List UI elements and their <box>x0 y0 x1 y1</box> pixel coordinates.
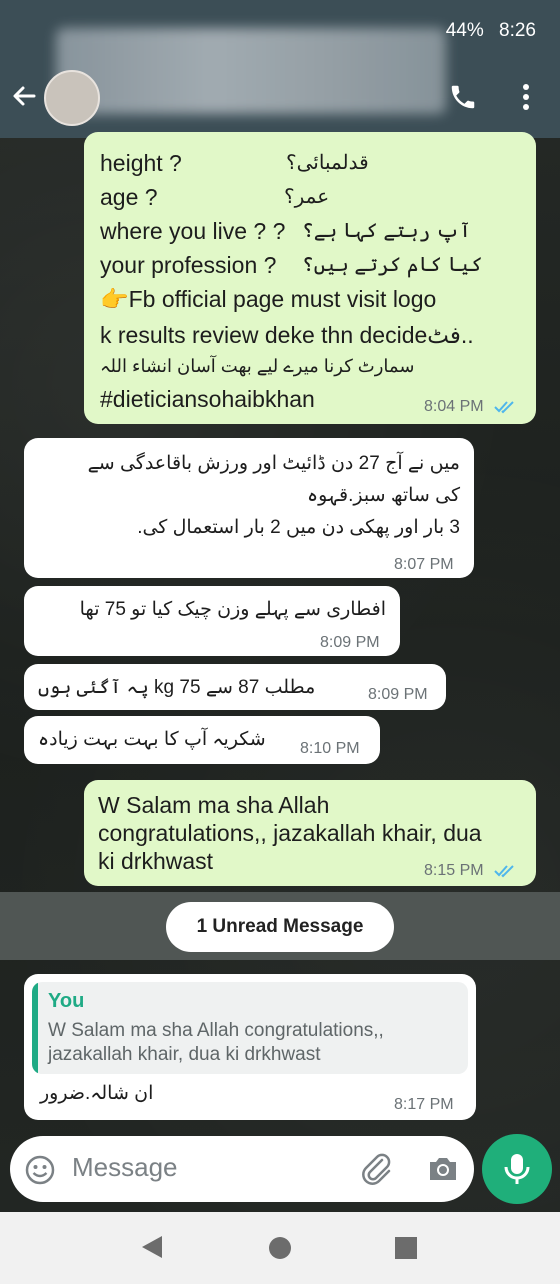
nav-back-icon[interactable] <box>140 1234 164 1260</box>
message-line: شکریہ آپ کا بہت بہت زیادہ <box>38 729 266 750</box>
message-line: کی ساتھ سبز.قہوہ <box>306 485 460 506</box>
message-time: 8:09 PM <box>320 634 380 651</box>
message-line: ki drkhwast <box>98 848 214 874</box>
message-line: سمارٹ کرنا میرے لیے بھت آسان انشاء اللہ <box>100 356 415 376</box>
message-incoming[interactable]: مطلب 87 سے 75 kg پہ آگئی ہوں 8:09 PM <box>24 664 446 710</box>
message-time: 8:17 PM <box>394 1096 454 1113</box>
contact-name-blurred[interactable] <box>56 28 446 114</box>
message-line: عمر؟ <box>284 186 330 208</box>
read-receipt-icon <box>494 865 514 878</box>
message-time: 8:15 PM <box>424 862 518 880</box>
message-time: 8:09 PM <box>368 686 428 703</box>
message-line: k results review deke thn decideفٹ.. <box>100 322 474 348</box>
message-line: کیا کام کرتے ہیں؟ <box>302 254 483 276</box>
quote-accent-bar <box>32 982 38 1074</box>
clock: 8:26 <box>499 20 536 41</box>
nav-home-icon[interactable] <box>268 1236 292 1260</box>
message-time: 8:04 PM <box>424 398 518 416</box>
message-incoming[interactable]: شکریہ آپ کا بہت بہت زیادہ 8:10 PM <box>24 716 380 764</box>
emoji-icon[interactable] <box>24 1154 56 1186</box>
message-line: your profession ? <box>100 252 277 278</box>
message-line: age ? <box>100 184 158 210</box>
message-line: 👉Fb official page must visit logo <box>100 286 437 312</box>
camera-icon[interactable] <box>426 1154 460 1184</box>
message-line: W Salam ma sha Allah <box>98 792 330 818</box>
message-line: میں نے آج 27 دن ڈائیٹ اور ورزش باقاعدگی … <box>87 453 460 474</box>
message-line: افطاری سے پہلے وزن چیک کیا تو 75 تھا <box>79 599 386 620</box>
unread-messages-label: 1 Unread Message <box>166 902 394 952</box>
read-receipt-icon <box>494 401 514 414</box>
avatar[interactable] <box>44 70 100 126</box>
more-vertical-icon[interactable] <box>516 82 536 112</box>
message-line: 3 بار اور پھکی دن میں 2 بار استعمال کی. <box>137 517 460 538</box>
message-line: height ? <box>100 150 182 176</box>
message-line: مطلب 87 سے 75 kg پہ آگئی ہوں <box>38 677 316 698</box>
message-time: 8:10 PM <box>300 740 360 757</box>
battery-percent: 44% <box>445 20 484 41</box>
message-line: آپ رہتے کہا ہے؟ <box>302 220 472 242</box>
message-line: where you live ? ? <box>100 218 286 244</box>
microphone-icon[interactable] <box>503 1152 531 1186</box>
message-placeholder: Message <box>72 1152 178 1182</box>
message-time: 8:07 PM <box>394 556 454 573</box>
quoted-message[interactable]: You W Salam ma sha Allah congratulations… <box>32 982 468 1074</box>
nav-recents-icon[interactable] <box>394 1236 418 1260</box>
message-line: #dieticiansohaibkhan <box>100 386 315 412</box>
arrow-left-icon[interactable] <box>8 80 40 112</box>
quote-author: You <box>48 990 85 1012</box>
quote-text: jazakallah khair, dua ki drkhwast <box>48 1044 321 1065</box>
phone-icon[interactable] <box>448 82 478 112</box>
message-line: ان شالہ.ضرور <box>40 1083 154 1104</box>
message-outgoing[interactable]: height ? قدلمبائی؟ age ? عمر؟ where you … <box>84 132 536 424</box>
message-line: congratulations,, jazakallah khair, dua <box>98 820 482 846</box>
paperclip-icon[interactable] <box>360 1150 392 1186</box>
status-bar: 44% 8:26 <box>446 20 536 42</box>
message-line: قدلمبائی؟ <box>286 152 369 174</box>
quote-text: W Salam ma sha Allah congratulations,, <box>48 1020 384 1041</box>
